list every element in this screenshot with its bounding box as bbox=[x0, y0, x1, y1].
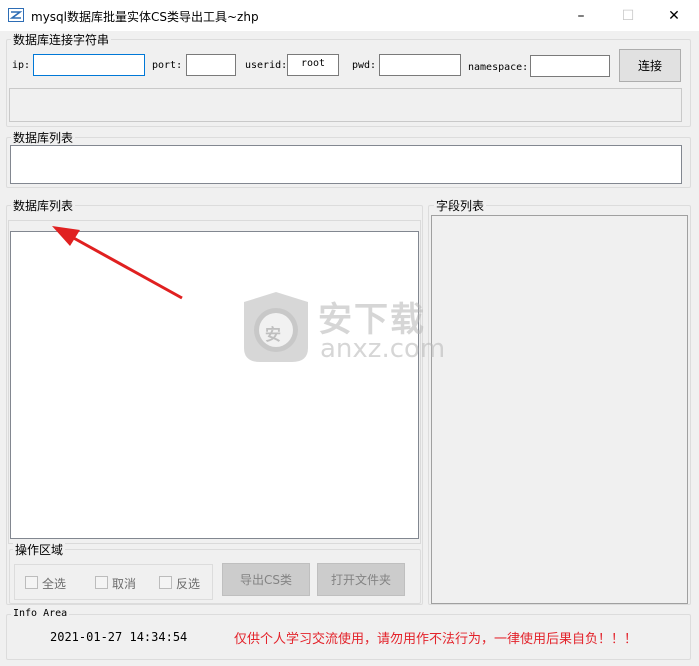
notice-text: 仅供个人学习交流使用，请勿用作不法行为，一律使用后果自负！！！ bbox=[234, 632, 638, 647]
watermark-logo: 安 安下载 anxz.com bbox=[238, 288, 458, 368]
port-input[interactable] bbox=[186, 54, 236, 76]
cancel-checkbox[interactable] bbox=[95, 576, 108, 589]
open-folder-button[interactable]: 打开文件夹 bbox=[317, 563, 405, 596]
namespace-label: namespace: bbox=[468, 62, 529, 73]
maximize-button[interactable]: ☐ bbox=[605, 0, 651, 31]
select-all-label: 全选 bbox=[42, 577, 67, 591]
pwd-input[interactable] bbox=[379, 54, 461, 76]
connection-status-panel bbox=[9, 88, 682, 122]
export-cs-button[interactable]: 导出CS类 bbox=[222, 563, 310, 596]
db-list-box[interactable] bbox=[10, 231, 419, 539]
info-label: Info Area bbox=[11, 608, 70, 619]
port-label: port: bbox=[152, 60, 183, 71]
minimize-button[interactable]: – bbox=[558, 0, 604, 31]
connection-group-label: 数据库连接字符串 bbox=[11, 31, 112, 48]
cancel-label: 取消 bbox=[112, 577, 137, 591]
timestamp-text: 2021-01-27 14:34:54 bbox=[50, 630, 188, 644]
connect-button[interactable]: 连接 bbox=[619, 49, 681, 82]
namespace-input[interactable] bbox=[530, 55, 610, 77]
invert-label: 反选 bbox=[176, 577, 201, 591]
operations-label: 操作区域 bbox=[13, 541, 66, 558]
db-list-label: 数据库列表 bbox=[11, 197, 76, 214]
field-list-label: 字段列表 bbox=[434, 197, 487, 214]
close-button[interactable]: ✕ bbox=[651, 0, 697, 31]
field-list-box[interactable] bbox=[431, 215, 688, 604]
app-icon bbox=[8, 8, 24, 22]
watermark-badge: 安 bbox=[265, 325, 282, 344]
userid-input[interactable]: root bbox=[287, 54, 339, 76]
select-all-checkbox[interactable] bbox=[25, 576, 38, 589]
pwd-label: pwd: bbox=[352, 60, 377, 71]
userid-label: userid: bbox=[245, 60, 288, 71]
watermark-domain: anxz.com bbox=[320, 334, 446, 364]
db-list-top-box[interactable] bbox=[10, 145, 682, 184]
ip-input[interactable] bbox=[33, 54, 145, 76]
invert-checkbox[interactable] bbox=[159, 576, 172, 589]
ip-label: ip: bbox=[12, 60, 31, 71]
window-title: mysql数据库批量实体CS类导出工具~zhp bbox=[31, 10, 259, 24]
db-list-top-label: 数据库列表 bbox=[11, 129, 76, 146]
